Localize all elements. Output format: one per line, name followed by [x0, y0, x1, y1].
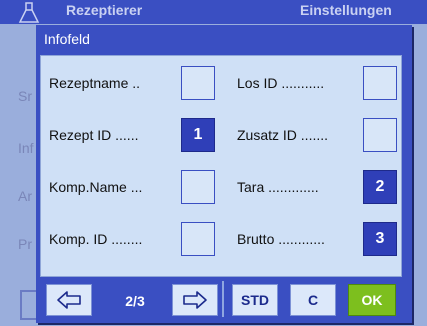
background-titlebar: Rezeptierer Einstellungen [0, 0, 427, 24]
checkbox-brutto[interactable]: 3 [363, 222, 397, 256]
background-row-label: Pr [18, 236, 32, 252]
field-label-komp-id: Komp. ID ........ [49, 231, 143, 247]
background-row-label: Ar [18, 188, 32, 204]
field-label-tara: Tara ............. [237, 179, 319, 195]
next-page-button[interactable] [172, 284, 218, 316]
field-label-brutto: Brutto ............ [237, 231, 325, 247]
dialog-body: Rezeptname .. Rezept ID ...... 1 Komp.Na… [40, 55, 402, 277]
field-label-rezept-id: Rezept ID ...... [49, 127, 139, 143]
infofeld-dialog: Infofeld Rezeptname .. Rezept ID ...... … [36, 25, 412, 323]
checkbox-rezeptname[interactable] [181, 66, 215, 100]
dialog-footer: 2/3 STD C OK [40, 279, 402, 319]
field-label-komp-name: Komp.Name ... [49, 179, 143, 195]
arrow-left-icon [57, 291, 81, 309]
dialog-title: Infofeld [44, 31, 90, 47]
checkbox-komp-name[interactable] [181, 170, 215, 204]
footer-divider [222, 281, 224, 317]
background-row-label: Inf [18, 140, 34, 156]
background-title: Rezeptierer [66, 2, 143, 18]
previous-page-button[interactable] [46, 284, 92, 316]
page-indicator: 2/3 [125, 293, 145, 309]
background-title-right: Einstellungen [300, 2, 392, 18]
checkbox-komp-id[interactable] [181, 222, 215, 256]
std-button[interactable]: STD [232, 284, 278, 316]
field-label-zusatz-id: Zusatz ID ....... [237, 127, 329, 143]
background-row-label: Sr [18, 88, 32, 104]
checkbox-rezept-id[interactable]: 1 [181, 118, 215, 152]
field-label-los-id: Los ID ........... [237, 75, 325, 91]
checkbox-zusatz-id[interactable] [363, 118, 397, 152]
ok-button[interactable]: OK [348, 284, 396, 316]
field-label-rezeptname: Rezeptname .. [49, 75, 141, 91]
arrow-right-icon [183, 291, 207, 309]
clear-button[interactable]: C [290, 284, 336, 316]
flask-icon [18, 2, 40, 23]
checkbox-los-id[interactable] [363, 66, 397, 100]
checkbox-tara[interactable]: 2 [363, 170, 397, 204]
